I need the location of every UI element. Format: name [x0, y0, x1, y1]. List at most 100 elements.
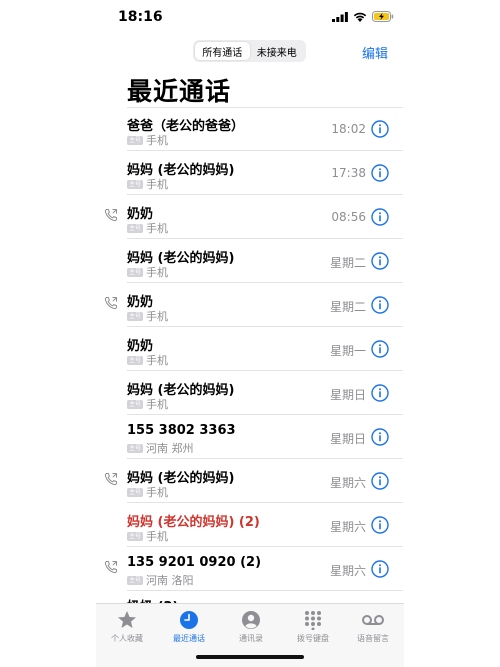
outgoing-call-indicator: [104, 207, 118, 226]
call-row[interactable]: 135 9201 0920 (2) 主号 河南 洛阳 星期六: [0, 547, 500, 591]
info-icon[interactable]: [371, 164, 389, 182]
info-icon[interactable]: [371, 472, 389, 490]
call-time: 星期六: [329, 564, 366, 578]
tab-label: 最近通话: [173, 634, 205, 643]
call-row[interactable]: 奶奶 主号 手机 星期二: [0, 283, 500, 327]
call-row[interactable]: 奶奶 主号 手机 星期一: [0, 327, 500, 371]
edit-button[interactable]: 编辑: [362, 43, 388, 62]
info-icon[interactable]: [371, 516, 389, 534]
call-time: 星期二: [329, 300, 366, 314]
call-row[interactable]: 妈妈 (老公的妈妈) 主号 手机 星期日: [0, 371, 500, 415]
outgoing-call-indicator: [104, 295, 118, 314]
keypad-icon: [305, 611, 321, 630]
tab-contacts[interactable]: 通讯录: [220, 610, 282, 644]
call-subtitle: 主号 手机: [127, 396, 168, 412]
call-label: 手机: [146, 310, 169, 323]
call-time: 星期六: [329, 520, 366, 534]
info-icon[interactable]: [371, 120, 389, 138]
battery-charging-icon: [372, 11, 394, 22]
sim-badge: 主号: [127, 443, 144, 453]
call-label: 手机: [146, 134, 169, 147]
status-icons: [332, 11, 394, 22]
tab-recents[interactable]: 最近通话: [158, 610, 220, 644]
sim-badge: 主号: [127, 399, 144, 409]
row-divider: [127, 590, 403, 591]
call-label: 手机: [146, 266, 169, 279]
call-time: 星期二: [329, 256, 366, 270]
sim-badge: 主号: [127, 575, 144, 585]
signal-icon: [332, 11, 348, 22]
call-row[interactable]: 155 3802 3363 主号 河南 郑州 星期日: [0, 415, 500, 459]
tab-label: 个人收藏: [111, 634, 143, 643]
voicemail-icon: [362, 615, 384, 625]
caller-name: 135 9201 0920 (2): [127, 555, 262, 570]
page-title: 最近通话: [127, 77, 232, 106]
call-subtitle: 主号 河南 郑州: [127, 440, 194, 456]
segment-missed-calls[interactable]: 未接来电: [250, 42, 305, 60]
call-label: 手机: [146, 178, 169, 191]
status-bar: 18:16: [0, 0, 500, 36]
call-subtitle: 主号 手机: [127, 528, 168, 544]
info-icon[interactable]: [371, 296, 389, 314]
call-row[interactable]: 爸爸（老公的爸爸） 主号 手机 18:02: [0, 107, 500, 151]
call-time: 星期一: [329, 344, 366, 358]
call-label: 手机: [146, 398, 169, 411]
tab-label: 拨号键盘: [297, 634, 329, 643]
outgoing-call-indicator: [104, 471, 118, 490]
info-icon[interactable]: [371, 384, 389, 402]
info-icon[interactable]: [371, 560, 389, 578]
call-label: 手机: [146, 354, 169, 367]
status-time: 18:16: [118, 9, 163, 25]
call-filter-segmented-control: 所有通话 未接来电: [193, 40, 306, 62]
call-label: 手机: [146, 222, 169, 235]
call-row[interactable]: 妈妈 (老公的妈妈) 主号 手机 星期六: [0, 459, 500, 503]
call-subtitle: 主号 手机: [127, 176, 168, 192]
call-time: 星期日: [329, 432, 366, 446]
sim-badge: 主号: [127, 355, 144, 365]
call-subtitle: 主号 手机: [127, 132, 168, 148]
call-subtitle: 主号 手机: [127, 264, 168, 280]
call-label: 手机: [146, 486, 169, 499]
call-row[interactable]: 妈妈 (老公的妈妈) 主号 手机 17:38: [0, 151, 500, 195]
call-label: 手机: [146, 530, 169, 543]
sim-badge: 主号: [127, 135, 144, 145]
call-row[interactable]: 妈妈 (老公的妈妈) (2) 主号 手机 星期六: [0, 503, 500, 547]
sim-badge: 主号: [127, 531, 144, 541]
call-time: 17:38: [331, 166, 366, 180]
outgoing-call-indicator: [104, 559, 118, 578]
sim-badge: 主号: [127, 223, 144, 233]
segment-all-calls[interactable]: 所有通话: [195, 42, 250, 60]
info-icon[interactable]: [371, 252, 389, 270]
clock-icon: [180, 611, 198, 629]
tab-label: 语音留言: [357, 634, 389, 643]
sim-badge: 主号: [127, 311, 144, 321]
outgoing-call-icon: [104, 561, 117, 574]
call-row[interactable]: 奶奶 主号 手机 08:56: [0, 195, 500, 239]
outgoing-call-icon: [104, 473, 117, 486]
recent-calls-list: 爸爸（老公的爸爸） 主号 手机 18:02 妈妈 (老公的妈妈) 主号 手机 17:38 奶奶主…: [0, 107, 500, 591]
wifi-icon: [353, 12, 367, 22]
call-subtitle: 主号 手机: [127, 308, 168, 324]
info-icon[interactable]: [371, 340, 389, 358]
info-icon[interactable]: [371, 428, 389, 446]
tab-favorites[interactable]: 个人收藏: [96, 610, 158, 644]
call-subtitle: 主号 手机: [127, 484, 168, 500]
info-icon[interactable]: [371, 208, 389, 226]
call-label: 河南 郑州: [146, 442, 194, 455]
call-row[interactable]: 妈妈 (老公的妈妈) 主号 手机 星期二: [0, 239, 500, 283]
call-time: 08:56: [331, 210, 366, 224]
tab-keypad[interactable]: 拨号键盘: [282, 610, 344, 644]
sim-badge: 主号: [127, 179, 144, 189]
tab-label: 通讯录: [239, 634, 263, 643]
call-subtitle: 主号 河南 洛阳: [127, 572, 194, 588]
navigation-bar: 所有通话 未接来电 编辑: [0, 36, 500, 68]
outgoing-call-icon: [104, 209, 117, 222]
call-label: 河南 洛阳: [146, 574, 194, 587]
person-icon: [242, 611, 260, 629]
sim-badge: 主号: [127, 487, 144, 497]
star-icon: [118, 611, 136, 628]
sim-badge: 主号: [127, 267, 144, 277]
tab-voicemail[interactable]: 语音留言: [342, 610, 404, 644]
outgoing-call-icon: [104, 297, 117, 310]
call-subtitle: 主号 手机: [127, 352, 168, 368]
